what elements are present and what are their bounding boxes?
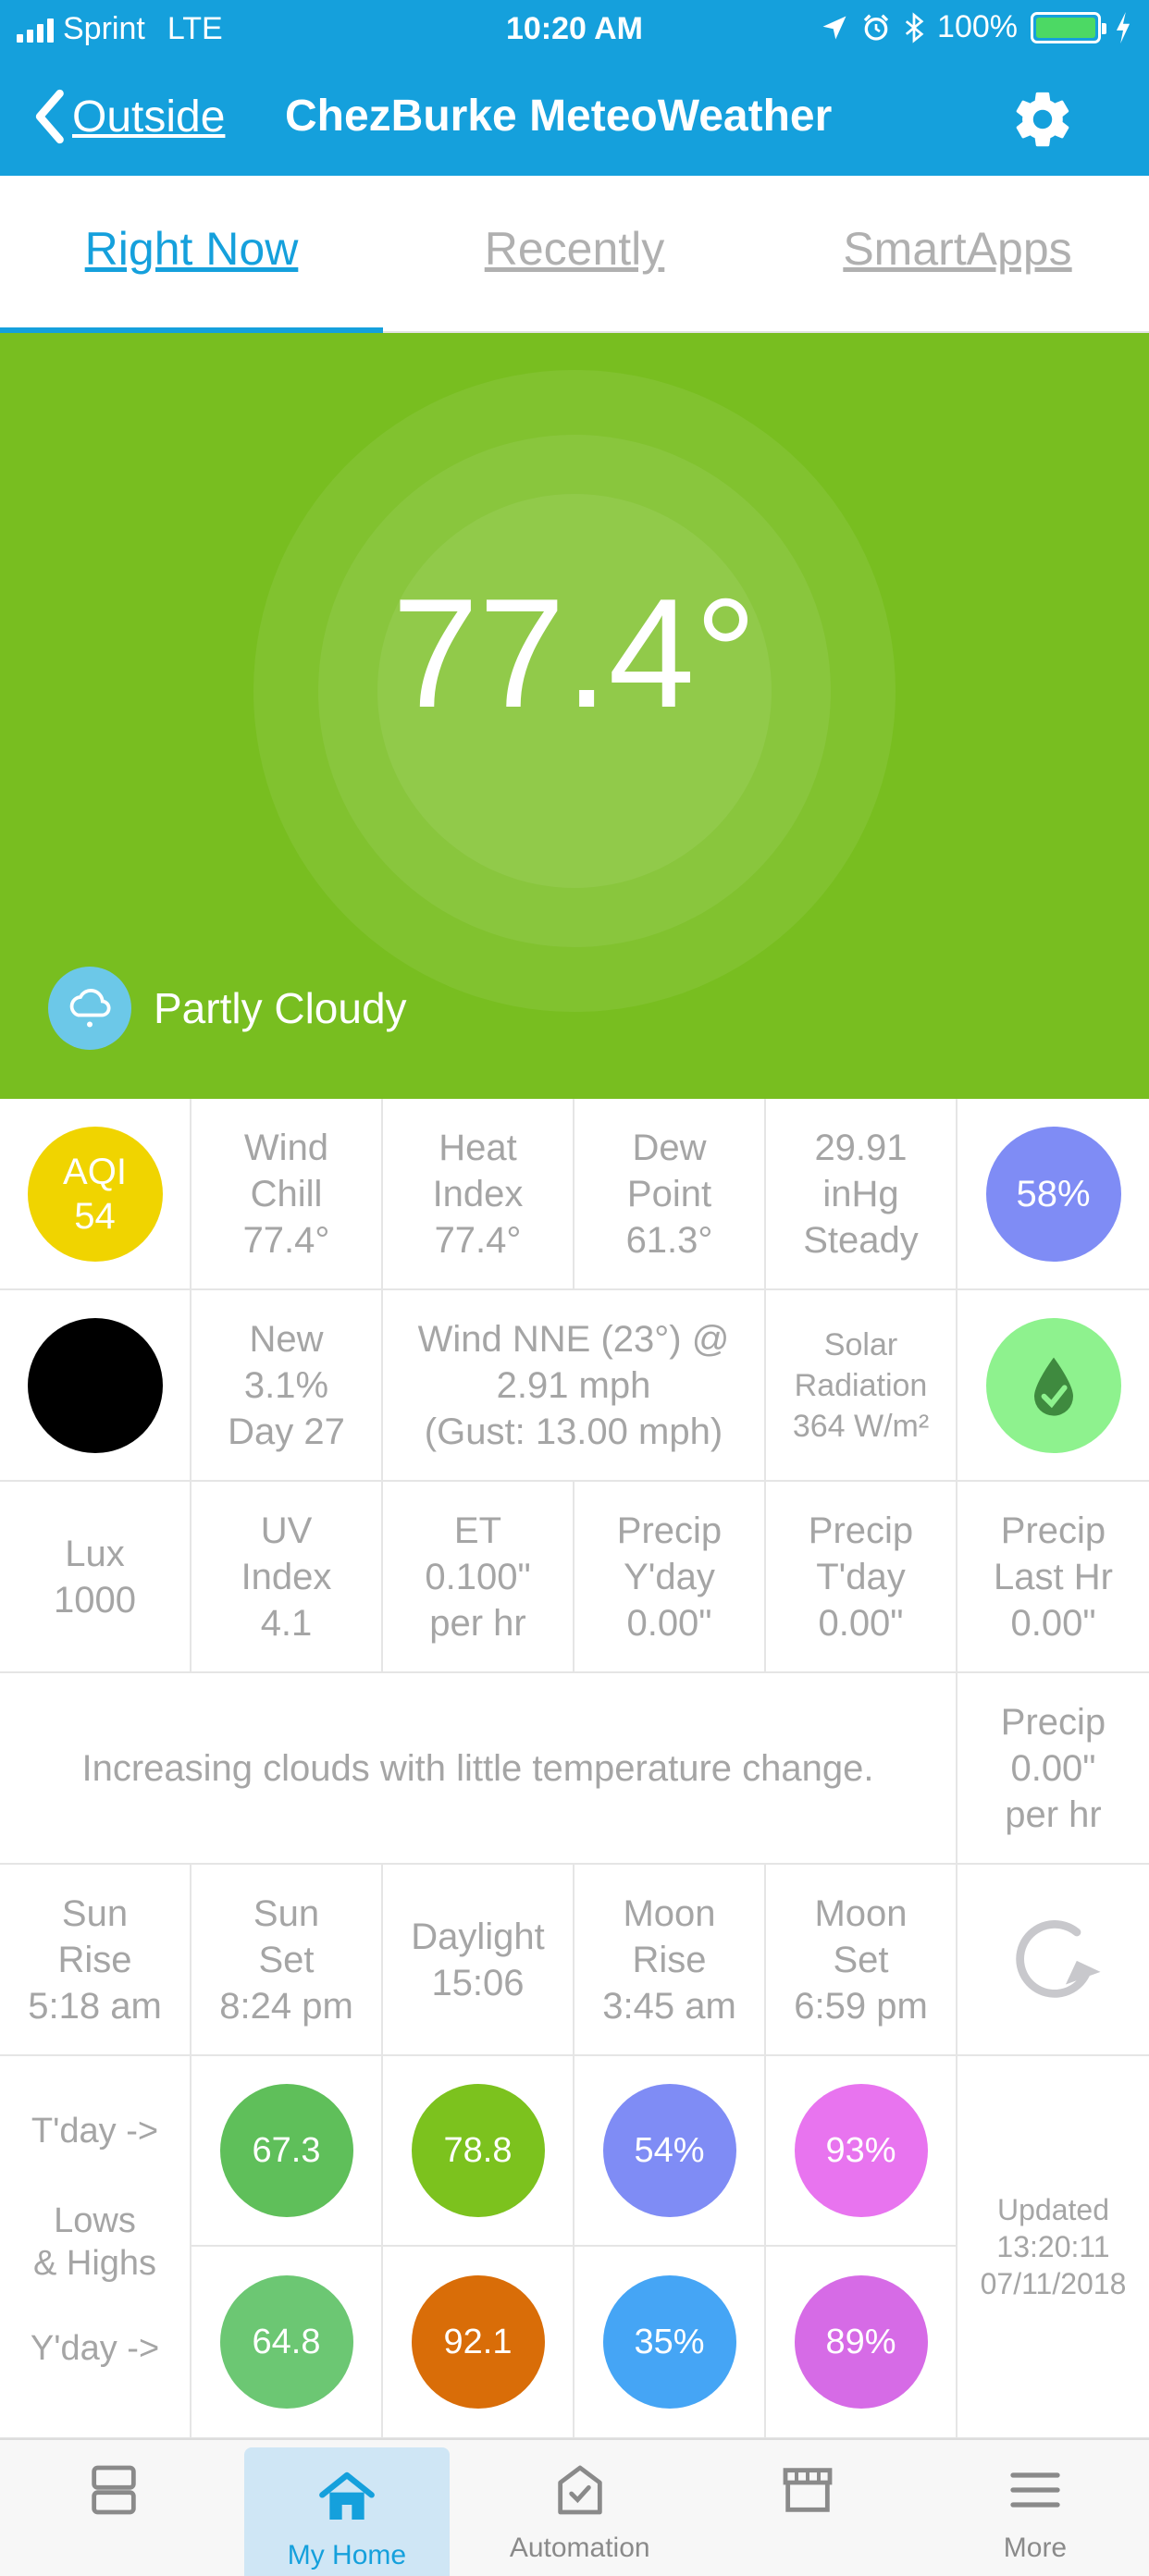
home-icon — [319, 2471, 375, 2520]
today-high-humidity: 93% — [794, 2084, 928, 2217]
humidity-badge: 58% — [985, 1126, 1121, 1262]
yday-low-humidity: 35% — [602, 2275, 736, 2409]
precip-yday-tile[interactable]: Precip Y'day 0.00" — [574, 1482, 766, 1671]
tab-recently[interactable]: Recently — [383, 222, 766, 276]
water-sensor-tile[interactable] — [958, 1290, 1149, 1480]
today-high-temp: 78.8 — [411, 2084, 545, 2217]
weather-condition: Partly Cloudy — [48, 967, 407, 1050]
bottom-nav: My Home Automation More — [0, 2438, 1149, 2576]
status-bar: Sprint LTE 10:20 AM 100% — [0, 0, 1149, 57]
today-row: 67.3 78.8 54% 93% — [192, 2056, 958, 2247]
page-title: ChezBurke MeteoWeather — [285, 92, 833, 141]
top-bar: Sprint LTE 10:20 AM 100% Outside ChezBur… — [0, 0, 1149, 176]
marketplace-icon — [783, 2468, 833, 2512]
wind-chill-tile[interactable]: Wind Chill 77.4° — [192, 1099, 383, 1288]
menu-icon — [1010, 2472, 1060, 2508]
tile-row: Sun Rise 5:18 am Sun Set 8:24 pm Dayligh… — [0, 1865, 1149, 2056]
et-tile[interactable]: ET 0.100" per hr — [383, 1482, 574, 1671]
solar-radiation-tile[interactable]: Solar Radiation 364 W/m² — [766, 1290, 958, 1480]
tab-right-now[interactable]: Right Now — [0, 222, 383, 276]
wind-tile[interactable]: Wind NNE (23°) @ 2.91 mph (Gust: 13.00 m… — [383, 1290, 766, 1480]
charging-icon — [1116, 11, 1130, 43]
back-button[interactable]: Outside — [33, 89, 225, 144]
refresh-icon[interactable] — [998, 1909, 1109, 2011]
lows-highs-label: Lows & Highs — [32, 2201, 157, 2283]
today-low-temp: 67.3 — [219, 2084, 353, 2217]
lux-tile[interactable]: Lux 1000 — [0, 1482, 192, 1671]
precip-last-hr-tile[interactable]: Precip Last Hr 0.00" — [958, 1482, 1149, 1671]
today-label: T'day -> — [31, 2112, 159, 2151]
tile-row: Increasing clouds with little temperatur… — [0, 1673, 1149, 1865]
daylight-tile[interactable]: Daylight 15:06 — [383, 1865, 574, 2054]
nav-dashboard[interactable] — [0, 2440, 228, 2576]
back-chevron-icon — [35, 89, 64, 144]
today-low-humidity: 54% — [602, 2084, 736, 2217]
tile-row: AQI 54 Wind Chill 77.4° Heat Index 77.4°… — [0, 1099, 1149, 1290]
moonset-tile[interactable]: Moon Set 6:59 pm — [766, 1865, 958, 2054]
water-drop-icon — [985, 1317, 1121, 1453]
condition-label: Partly Cloudy — [154, 984, 407, 1032]
yday-high-humidity: 89% — [794, 2275, 928, 2409]
temperature-panel[interactable]: 77.4° Partly Cloudy — [0, 333, 1149, 1099]
moon-phase-icon — [27, 1317, 163, 1453]
precip-tday-tile[interactable]: Precip T'day 0.00" — [766, 1482, 958, 1671]
refresh-tile[interactable] — [958, 1865, 1149, 2054]
aqi-tile[interactable]: AQI 54 — [0, 1099, 192, 1288]
tab-bar: Right Now Recently SmartApps — [0, 176, 1149, 333]
heat-index-tile[interactable]: Heat Index 77.4° — [383, 1099, 574, 1288]
nav-more[interactable]: More — [921, 2440, 1149, 2576]
nav-automation[interactable]: Automation — [466, 2440, 694, 2576]
automation-icon — [557, 2465, 602, 2515]
moonrise-tile[interactable]: Moon Rise 3:45 am — [574, 1865, 766, 2054]
moon-phase-icon-tile[interactable] — [0, 1290, 192, 1480]
battery-percent: 100% — [937, 9, 1018, 44]
nav-my-home[interactable]: My Home — [244, 2447, 450, 2576]
pressure-tile[interactable]: 29.91 inHg Steady — [766, 1099, 958, 1288]
tile-row: Lux 1000 UV Index 4.1 ET 0.100" per hr P… — [0, 1482, 1149, 1673]
current-temperature: 77.4° — [391, 566, 758, 740]
weather-tiles: AQI 54 Wind Chill 77.4° Heat Index 77.4°… — [0, 1099, 1149, 2439]
yday-label: Y'day -> — [30, 2329, 160, 2368]
yday-low-temp: 64.8 — [219, 2275, 353, 2409]
yday-row: 64.8 92.1 35% 89% — [192, 2247, 958, 2437]
dashboard-icon — [92, 2465, 136, 2515]
uv-index-tile[interactable]: UV Index 4.1 — [192, 1482, 383, 1671]
yday-high-temp: 92.1 — [411, 2275, 545, 2409]
precip-rate-tile[interactable]: Precip 0.00" per hr — [958, 1673, 1149, 1863]
alarm-icon — [863, 13, 889, 41]
aqi-badge: AQI 54 — [27, 1126, 163, 1262]
location-icon — [822, 16, 846, 39]
tile-row: New 3.1% Day 27 Wind NNE (23°) @ 2.91 mp… — [0, 1290, 1149, 1482]
gear-icon[interactable] — [1010, 87, 1075, 152]
back-label: Outside — [72, 92, 226, 142]
dew-point-tile[interactable]: Dew Point 61.3° — [574, 1099, 766, 1288]
forecast-tile[interactable]: Increasing clouds with little temperatur… — [0, 1673, 958, 1863]
nav-marketplace[interactable] — [694, 2440, 921, 2576]
lows-highs-section: T'day -> Lows & Highs Y'day -> 67.3 78.8… — [0, 2056, 1149, 2439]
battery-icon — [1031, 11, 1106, 43]
sunset-tile[interactable]: Sun Set 8:24 pm — [192, 1865, 383, 2054]
bluetooth-icon — [905, 11, 924, 43]
sunrise-tile[interactable]: Sun Rise 5:18 am — [0, 1865, 192, 2054]
partly-cloudy-icon — [48, 967, 131, 1050]
updated-timestamp: Updated 13:20:11 07/11/2018 — [980, 2193, 1127, 2300]
tab-smartapps[interactable]: SmartApps — [766, 222, 1149, 276]
humidity-tile[interactable]: 58% — [958, 1099, 1149, 1288]
moon-phase-tile[interactable]: New 3.1% Day 27 — [192, 1290, 383, 1480]
